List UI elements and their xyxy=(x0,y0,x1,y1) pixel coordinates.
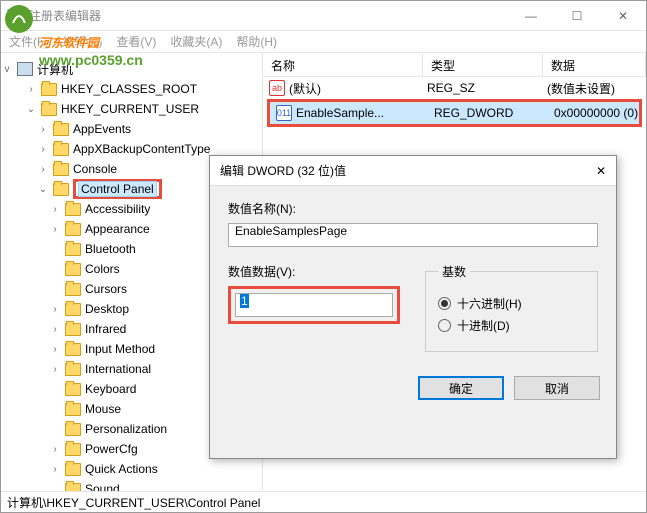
maximize-button[interactable]: ☐ xyxy=(554,1,600,31)
col-data[interactable]: 数据 xyxy=(543,53,646,76)
tree-item-label: Personalization xyxy=(85,422,167,436)
tree-item-label: Quick Actions xyxy=(85,462,158,476)
edit-dword-dialog: 编辑 DWORD (32 位)值 ✕ 数值名称(N): EnableSample… xyxy=(209,155,617,459)
menu-edit[interactable]: 编辑(E) xyxy=(62,33,102,50)
dialog-close-button[interactable]: ✕ xyxy=(596,164,606,178)
folder-icon xyxy=(65,283,81,296)
col-type[interactable]: 类型 xyxy=(423,53,543,76)
dialog-title: 编辑 DWORD (32 位)值 xyxy=(220,162,346,179)
value-name: EnableSample... xyxy=(296,106,384,120)
folder-icon xyxy=(53,143,69,156)
value-data-label: 数值数据(V): xyxy=(228,263,401,280)
tree-item-label: Desktop xyxy=(85,302,129,316)
tree-item-label: Colors xyxy=(85,262,120,276)
tree-item-label: Input Method xyxy=(85,342,155,356)
tree-item-label: Console xyxy=(73,162,117,176)
folder-icon xyxy=(65,303,81,316)
ok-button[interactable]: 确定 xyxy=(418,376,504,400)
tree-item-label: HKEY_CLASSES_ROOT xyxy=(61,82,197,96)
tree-item-label: Keyboard xyxy=(85,382,136,396)
folder-icon xyxy=(65,243,81,256)
titlebar: 注册表编辑器 — ☐ ✕ xyxy=(1,1,646,31)
folder-icon xyxy=(65,363,81,376)
cancel-button[interactable]: 取消 xyxy=(514,376,600,400)
folder-icon xyxy=(65,423,81,436)
tree-item-label: Bluetooth xyxy=(85,242,136,256)
value-data: 0x00000000 (0) xyxy=(550,106,639,120)
folder-icon xyxy=(65,263,81,276)
tree-item[interactable]: ›AppEvents xyxy=(1,119,262,139)
list-header: 名称 类型 数据 xyxy=(263,53,646,77)
close-button[interactable]: ✕ xyxy=(600,1,646,31)
value-data: (数值未设置) xyxy=(543,80,646,97)
tree-item-label: Infrared xyxy=(85,322,126,336)
folder-icon xyxy=(53,163,69,176)
folder-icon xyxy=(65,443,81,456)
site-logo-icon xyxy=(3,3,35,35)
tree-item-label: Cursors xyxy=(85,282,127,296)
folder-icon xyxy=(53,183,69,196)
tree-item-label: AppXBackupContentType xyxy=(73,142,210,156)
value-name: (默认) xyxy=(289,80,321,97)
radio-hex[interactable]: 十六进制(H) xyxy=(438,295,585,312)
tree-item-label: Appearance xyxy=(85,222,150,236)
tree-item-label: Sound xyxy=(85,482,120,491)
tree-item[interactable]: ⌄HKEY_CURRENT_USER xyxy=(1,99,262,119)
value-name-label: 数值名称(N): xyxy=(228,200,598,217)
folder-icon xyxy=(65,343,81,356)
folder-icon xyxy=(65,223,81,236)
tree-item-label: International xyxy=(85,362,151,376)
tree-item-label: PowerCfg xyxy=(85,442,138,456)
tree-item-label: HKEY_CURRENT_USER xyxy=(61,102,199,116)
folder-icon xyxy=(41,83,57,96)
menu-view[interactable]: 查看(V) xyxy=(116,33,156,50)
statusbar: 计算机\HKEY_CURRENT_USER\Control Panel xyxy=(1,491,646,513)
value-type-icon: 011 xyxy=(276,105,292,121)
folder-icon xyxy=(41,103,57,116)
value-type-icon: ab xyxy=(269,80,285,96)
minimize-button[interactable]: — xyxy=(508,1,554,31)
col-name[interactable]: 名称 xyxy=(263,53,423,76)
folder-icon xyxy=(53,123,69,136)
tree-root[interactable]: v计算机 xyxy=(1,59,262,79)
base-legend: 基数 xyxy=(438,263,470,280)
tree-item-label: Accessibility xyxy=(85,202,150,216)
tree-item[interactable]: ›Quick Actions xyxy=(1,459,262,479)
tree-item-label: Mouse xyxy=(85,402,121,416)
folder-icon xyxy=(65,463,81,476)
window-title: 注册表编辑器 xyxy=(29,7,508,24)
value-name-input[interactable]: EnableSamplesPage xyxy=(228,223,598,247)
radio-dec[interactable]: 十进制(D) xyxy=(438,317,585,334)
menu-file[interactable]: 文件(F) xyxy=(9,33,48,50)
folder-icon xyxy=(65,203,81,216)
tree-item-label: AppEvents xyxy=(73,122,131,136)
tree-item-label: Control Panel xyxy=(73,179,162,199)
folder-icon xyxy=(65,403,81,416)
value-type: REG_SZ xyxy=(423,81,543,95)
status-path: 计算机\HKEY_CURRENT_USER\Control Panel xyxy=(7,494,260,511)
list-row[interactable]: 011 EnableSample... REG_DWORD0x00000000 (0… xyxy=(270,102,639,124)
base-fieldset: 基数 十六进制(H) 十进制(D) xyxy=(425,263,598,352)
menu-favorites[interactable]: 收藏夹(A) xyxy=(170,33,222,50)
folder-icon xyxy=(65,323,81,336)
value-data-input[interactable]: 1 xyxy=(235,293,393,317)
folder-icon xyxy=(65,483,81,492)
tree-item[interactable]: ›HKEY_CLASSES_ROOT xyxy=(1,79,262,99)
value-type: REG_DWORD xyxy=(430,106,550,120)
list-row[interactable]: ab(默认) REG_SZ(数值未设置) xyxy=(263,77,646,99)
radio-dot-icon xyxy=(438,319,451,332)
menu-help[interactable]: 帮助(H) xyxy=(236,33,277,50)
menubar: 文件(F) 编辑(E) 查看(V) 收藏夹(A) 帮助(H) xyxy=(1,31,646,53)
tree-item[interactable]: Sound xyxy=(1,479,262,491)
value-data-highlight: 1 xyxy=(228,286,400,324)
folder-icon xyxy=(65,383,81,396)
radio-dot-icon xyxy=(438,297,451,310)
